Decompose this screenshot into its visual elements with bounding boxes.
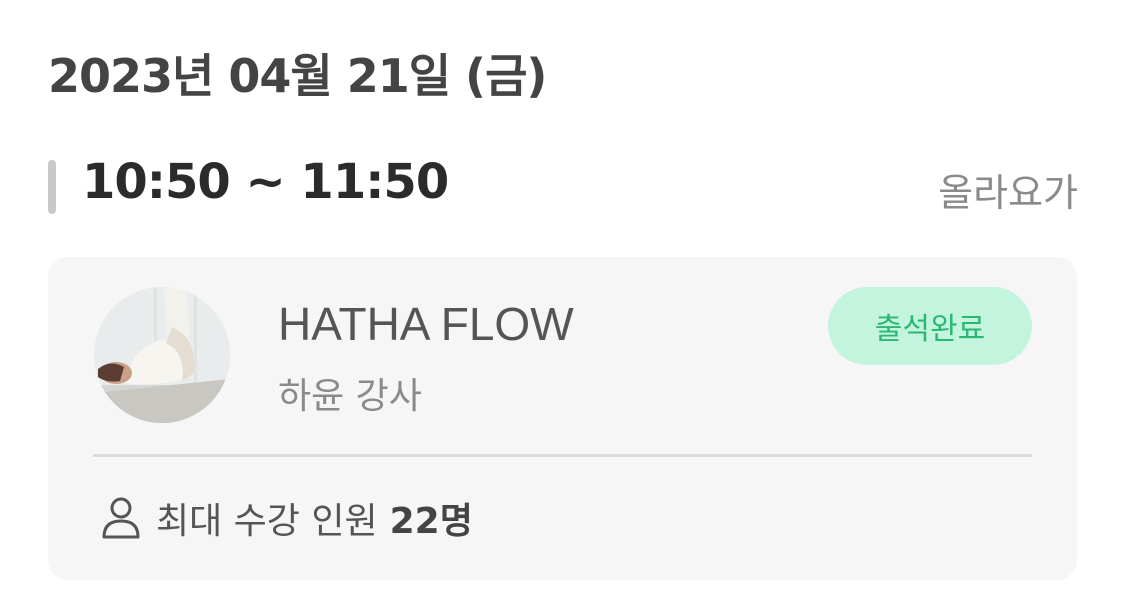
instructor-name: 하윤 강사 <box>278 376 422 417</box>
attendance-status-badge: 출석완료 <box>828 287 1032 365</box>
card-divider <box>93 454 1032 457</box>
session-header: 10:50 ~ 11:50 올라요가 <box>48 152 1078 216</box>
instructor-photo-icon <box>94 287 230 423</box>
studio-name: 올라요가 <box>938 171 1078 215</box>
class-name: HATHA FLOW <box>278 298 574 350</box>
instructor-avatar <box>94 287 230 423</box>
time-accent-bar <box>48 160 56 214</box>
class-detail-page: 2023년 04월 21일 (금) 10:50 ~ 11:50 올라요가 HAT… <box>0 0 1125 595</box>
capacity-row: 최대 수강 인원 22명 <box>100 493 473 543</box>
person-icon <box>102 497 140 539</box>
capacity-label: 최대 수강 인원 <box>156 501 378 542</box>
session-time: 10:50 ~ 11:50 <box>82 154 449 210</box>
capacity-value: 22명 <box>389 501 473 542</box>
class-card[interactable]: HATHA FLOW 하윤 강사 출석완료 최대 수강 인원 22명 <box>48 257 1077 580</box>
date-title: 2023년 04월 21일 (금) <box>48 49 547 103</box>
